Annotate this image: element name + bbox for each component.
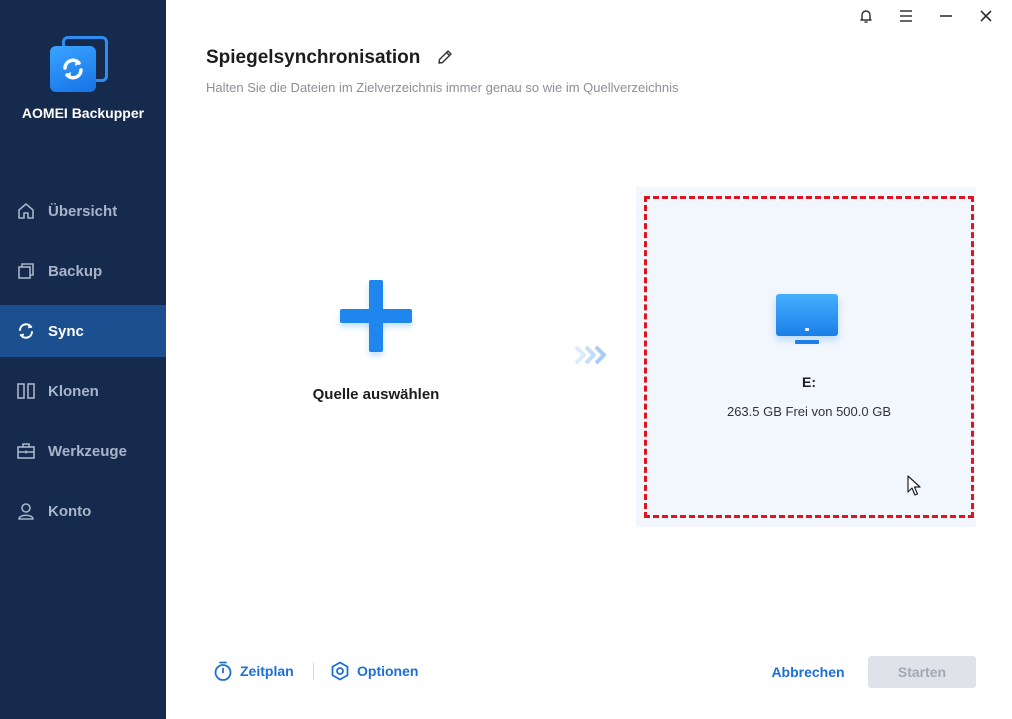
sidebar-item-klonen[interactable]: Klonen xyxy=(0,365,166,417)
footer-divider xyxy=(313,662,314,680)
select-source-label: Quelle auswählen xyxy=(312,386,440,403)
sidebar-item-label: Klonen xyxy=(48,382,99,400)
sidebar-item-label: Werkzeuge xyxy=(48,442,127,460)
window-controls xyxy=(846,4,1006,28)
user-icon xyxy=(18,503,34,520)
app-logo xyxy=(50,36,108,92)
timer-icon xyxy=(214,661,232,681)
sidebar-nav: Übersicht Backup Sync Klonen Werkzeuge K… xyxy=(0,185,166,545)
cancel-button[interactable]: Abbrechen xyxy=(760,656,856,688)
close-icon[interactable] xyxy=(966,4,1006,28)
home-icon xyxy=(18,203,34,219)
plus-icon xyxy=(340,280,412,352)
sidebar-item-uebersicht[interactable]: Übersicht xyxy=(0,185,166,237)
mouse-cursor-icon xyxy=(907,475,921,496)
destination-drive-selector[interactable]: E: 263.5 GB Frei von 500.0 GB xyxy=(644,196,974,518)
schedule-label: Zeitplan xyxy=(240,663,294,679)
page-subtitle: Halten Sie die Dateien im Zielverzeichni… xyxy=(206,80,679,95)
options-label: Optionen xyxy=(357,663,419,679)
menu-icon[interactable] xyxy=(886,4,926,28)
sidebar-item-werkzeuge[interactable]: Werkzeuge xyxy=(0,425,166,477)
schedule-button[interactable]: Zeitplan xyxy=(212,660,294,682)
select-source-button[interactable]: Quelle auswählen xyxy=(290,270,462,420)
toolbox-icon xyxy=(17,443,35,459)
monitor-icon xyxy=(776,294,838,346)
backup-icon xyxy=(18,263,34,279)
app-name: AOMEI Backupper xyxy=(21,105,145,121)
sidebar-item-label: Backup xyxy=(48,262,103,280)
options-button[interactable]: Optionen xyxy=(329,660,418,682)
bell-icon[interactable] xyxy=(846,4,886,28)
start-button[interactable]: Starten xyxy=(868,656,976,688)
options-icon xyxy=(331,661,349,681)
sidebar-item-label: Übersicht xyxy=(48,202,118,220)
page-title: Spiegelsynchronisation xyxy=(206,47,421,68)
logo-sync-icon xyxy=(50,46,96,92)
sidebar-item-label: Konto xyxy=(48,502,92,520)
drive-letter: E: xyxy=(802,374,816,390)
sidebar-item-backup[interactable]: Backup xyxy=(0,245,166,297)
drive-free-space: 263.5 GB Frei von 500.0 GB xyxy=(726,404,892,419)
sidebar-item-label: Sync xyxy=(48,322,84,340)
app-window: AOMEI Backupper Übersicht Backup Sync Kl… xyxy=(0,0,1012,719)
arrow-right-icon xyxy=(574,345,606,365)
sidebar: AOMEI Backupper Übersicht Backup Sync Kl… xyxy=(0,0,166,719)
sidebar-item-konto[interactable]: Konto xyxy=(0,485,166,537)
edit-icon[interactable] xyxy=(436,48,454,66)
clone-icon xyxy=(17,383,35,399)
sync-icon xyxy=(19,323,33,339)
sidebar-item-sync[interactable]: Sync xyxy=(0,305,166,357)
minimize-icon[interactable] xyxy=(926,4,966,28)
